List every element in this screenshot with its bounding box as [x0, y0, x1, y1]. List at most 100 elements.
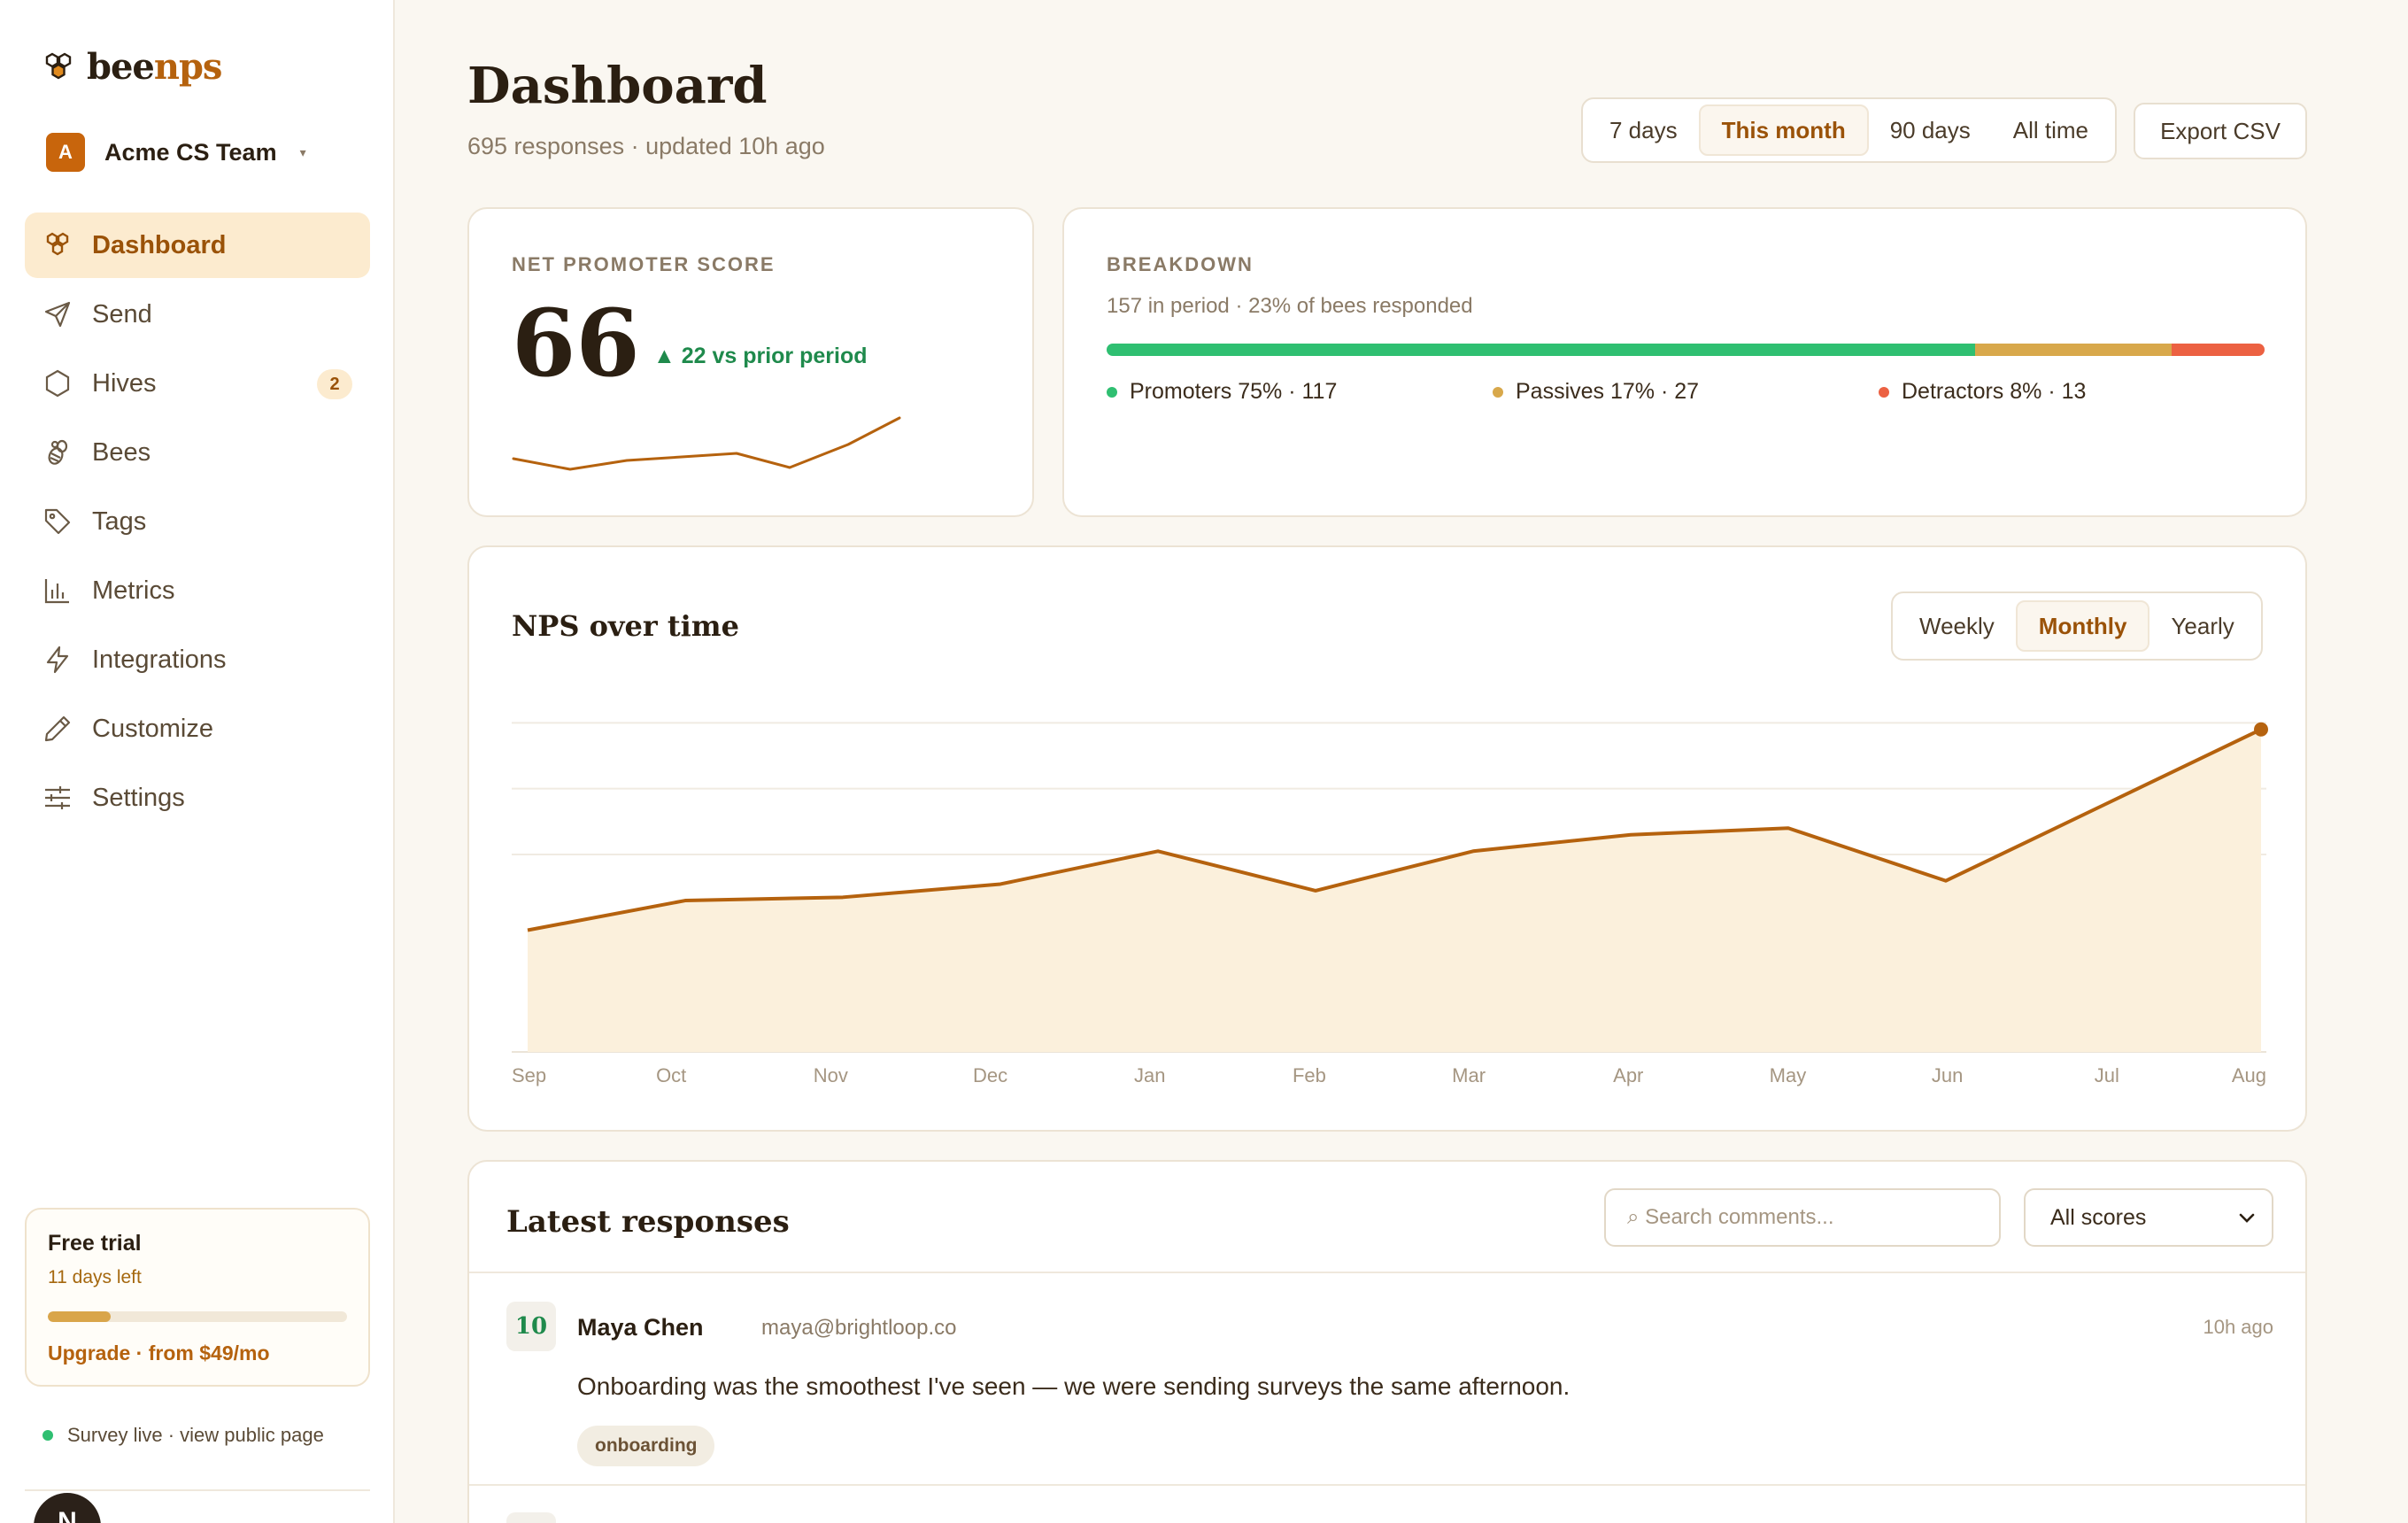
page-title: Dashboard [467, 57, 768, 115]
bee-icon [48, 439, 68, 465]
breakdown-label: BREAKDOWN [1107, 253, 1254, 275]
nps-value: 66 [512, 289, 640, 398]
x-tick-label-jul: Jul [2095, 1064, 2119, 1086]
survey-status-text: Survey live · view public page [67, 1424, 324, 1446]
trial-days-left: 11 days left [48, 1267, 142, 1287]
response-score-badge: 10 [506, 1302, 556, 1351]
legend-passives-label: Passives 17% · 27 [1516, 379, 1700, 404]
breakdown-segment-1 [1975, 344, 2173, 356]
trial-progress-fill [48, 1311, 111, 1322]
trial-title: Free trial [48, 1231, 142, 1256]
sidebar-item-label: Send [92, 299, 152, 329]
range-all-time[interactable]: All time [1992, 104, 2110, 156]
status-dot-icon [42, 1430, 53, 1441]
logo[interactable]: beenps [42, 46, 222, 88]
score-filter-select[interactable]: All scores [2024, 1188, 2273, 1247]
sidebar-divider [25, 1489, 370, 1491]
hives-count-badge: 2 [317, 369, 352, 399]
responses-divider [469, 1272, 2305, 1273]
sidebar-item-label: Metrics [92, 576, 175, 605]
nps-over-time-card: NPS over time Weekly Monthly Yearly Sep O… [467, 545, 2307, 1132]
sidebar: beenps A Acme CS Team ▾ Dashboard Send H… [0, 0, 395, 1523]
breakdown-segment-2 [2172, 344, 2265, 356]
x-tick-label-mar: Mar [1452, 1064, 1486, 1086]
sidebar-item-label: Bees [92, 437, 151, 467]
search-placeholder: ⌕ Search comments... [1627, 1205, 1834, 1229]
breakdown-legend: Promoters 75% · 117 Passives 17% · 27 De… [1107, 379, 2265, 405]
sparkline-line [512, 416, 901, 471]
range-this-month[interactable]: This month [1698, 104, 1869, 156]
team-switcher[interactable]: A Acme CS Team ▾ [46, 133, 306, 172]
responses-divider [469, 1484, 2305, 1486]
response-tag[interactable]: onboarding [577, 1426, 715, 1466]
sidebar-item-integrations[interactable]: Integrations [25, 627, 370, 692]
sidebar-item-dashboard[interactable]: Dashboard [25, 213, 370, 278]
upgrade-link[interactable]: Upgrade · from $49/mo [48, 1341, 347, 1365]
x-tick-label-jun: Jun [1932, 1064, 1963, 1086]
search-comments-input[interactable]: ⌕ Search comments... [1604, 1188, 2001, 1247]
passives-dot-icon [1493, 386, 1503, 398]
x-tick-label-nov: Nov [814, 1064, 848, 1086]
sidebar-item-tags[interactable]: Tags [25, 489, 370, 554]
sidebar-item-label: Settings [92, 783, 185, 812]
tag-icon [44, 508, 71, 535]
trial-progress-bar [48, 1311, 347, 1322]
bar-chart-icon [44, 579, 69, 604]
nps-label: NET PROMOTER SCORE [512, 253, 776, 275]
sidebar-item-label: Tags [92, 506, 147, 536]
responses-title: Latest responses [506, 1204, 790, 1240]
breakdown-bar [1107, 344, 2265, 356]
legend-detractors: Detractors 8% · 13 [1879, 379, 2265, 405]
x-tick-label-may: May [1770, 1064, 1807, 1086]
sidebar-item-metrics[interactable]: Metrics [25, 558, 370, 623]
send-icon [44, 301, 71, 328]
nps-line-chart: Sep Oct Nov Dec Jan Feb Mar Apr May Jun Jul Aug [512, 722, 2268, 1086]
x-tick-label-jan: Jan [1134, 1064, 1165, 1086]
survey-live-link[interactable]: Survey live · view public page [42, 1424, 324, 1447]
team-name: Acme CS Team [104, 138, 277, 166]
breakdown-card: BREAKDOWN 157 in period · 23% of bees re… [1062, 207, 2307, 517]
date-range-selector: 7 days This month 90 days All time [1581, 97, 2118, 163]
sliders-icon [45, 786, 70, 809]
nps-score-card: NET PROMOTER SCORE 66 ▲ 22 vs prior peri… [467, 207, 1034, 517]
user-avatar[interactable]: N [34, 1493, 101, 1523]
response-author-name: Maya Chen [577, 1314, 704, 1341]
sidebar-item-customize[interactable]: Customize [25, 696, 370, 762]
x-tick-label-aug: Aug [2232, 1064, 2266, 1086]
chart-area-fill [528, 729, 2261, 1052]
hexagon-icon [45, 369, 70, 398]
sidebar-item-send[interactable]: Send [25, 282, 370, 347]
score-filter-value: All scores [2050, 1204, 2147, 1230]
x-tick-label-sep: Sep [512, 1064, 546, 1086]
response-author-email: maya@brightloop.co [761, 1316, 957, 1340]
chart-point-aug [2254, 722, 2268, 737]
response-score-badge [506, 1512, 556, 1523]
sidebar-item-settings[interactable]: Settings [25, 765, 370, 831]
sidebar-item-bees[interactable]: Bees [25, 420, 370, 485]
range-7-days[interactable]: 7 days [1588, 104, 1699, 156]
legend-passives: Passives 17% · 27 [1493, 379, 1879, 405]
x-tick-label-oct: Oct [656, 1064, 686, 1086]
response-comment: Onboarding was the smoothest I've seen —… [577, 1372, 1571, 1400]
breakdown-segment-0 [1107, 344, 1975, 356]
team-avatar: A [46, 133, 85, 172]
bee-logo-icon [45, 52, 72, 79]
sidebar-item-hives[interactable]: Hives 2 [25, 351, 370, 416]
latest-responses-card: Latest responses ⌕ Search comments... Al… [467, 1160, 2307, 1523]
sidebar-item-label: Integrations [92, 645, 227, 674]
detractors-dot-icon [1879, 386, 1889, 398]
range-90-days[interactable]: 90 days [1869, 104, 1992, 156]
hive-icon [46, 232, 69, 256]
free-trial-card: Free trial 11 days left Upgrade · from $… [25, 1208, 370, 1387]
legend-promoters: Promoters 75% · 117 [1107, 379, 1493, 405]
x-tick-label-apr: Apr [1613, 1064, 1643, 1086]
x-tick-label-feb: Feb [1293, 1064, 1326, 1086]
legend-detractors-label: Detractors 8% · 13 [1902, 379, 2087, 404]
export-csv-button[interactable]: Export CSV [2134, 103, 2307, 159]
nps-delta: ▲ 22 vs prior period [653, 344, 868, 368]
lightning-icon [46, 646, 69, 674]
pencil-icon [44, 715, 71, 742]
promoters-dot-icon [1107, 386, 1117, 398]
x-tick-label-dec: Dec [973, 1064, 1007, 1086]
sidebar-item-label: Hives [92, 368, 157, 398]
